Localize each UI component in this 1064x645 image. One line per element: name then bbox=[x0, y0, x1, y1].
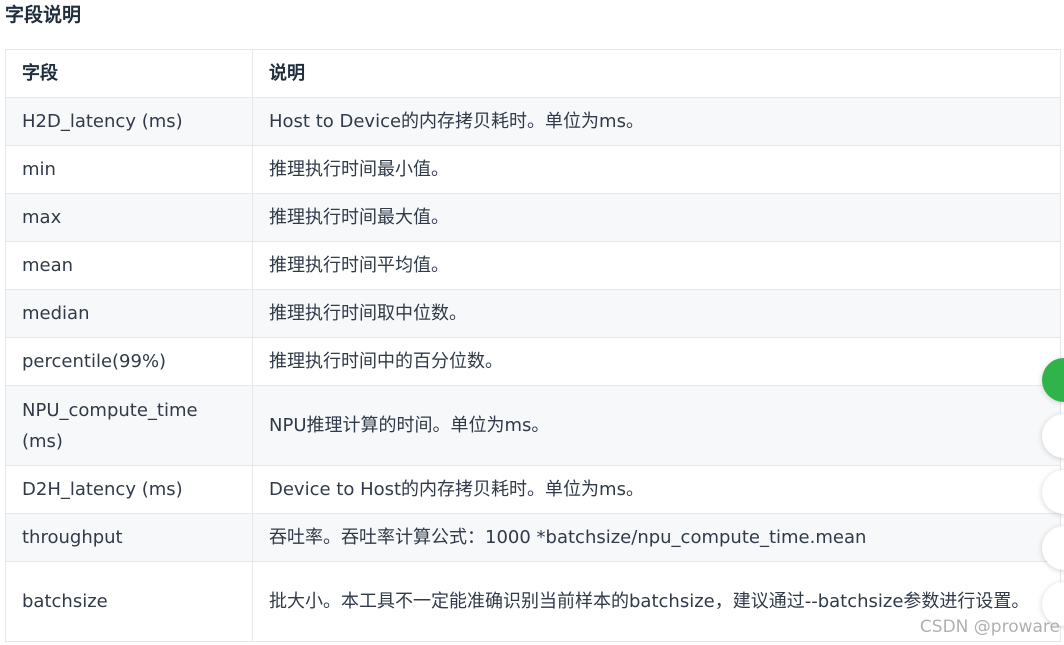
table-row: H2D_latency (ms) Host to Device的内存拷贝耗时。单… bbox=[5, 97, 1061, 146]
section-title: 字段说明 bbox=[5, 4, 82, 26]
field-cell: throughput bbox=[5, 513, 253, 562]
field-cell: NPU_compute_time (ms) bbox=[5, 385, 253, 466]
table-row: batchsize 批大小。本工具不一定能准确识别当前样本的batchsize，… bbox=[5, 561, 1061, 642]
description-cell: 推理执行时间最小值。 bbox=[252, 145, 1061, 194]
description-cell: 吞吐率。吞吐率计算公式：1000 *batchsize/npu_compute_… bbox=[252, 513, 1061, 562]
column-header-description: 说明 bbox=[252, 49, 1061, 98]
table-row: throughput 吞吐率。吞吐率计算公式：1000 *batchsize/n… bbox=[5, 513, 1061, 562]
field-cell: batchsize bbox=[5, 561, 253, 642]
description-cell: 推理执行时间平均值。 bbox=[252, 241, 1061, 290]
table-row: NPU_compute_time (ms) NPU推理计算的时间。单位为ms。 bbox=[5, 385, 1061, 466]
description-cell: 推理执行时间中的百分位数。 bbox=[252, 337, 1061, 386]
table-row: min 推理执行时间最小值。 bbox=[5, 145, 1061, 194]
description-cell: Host to Device的内存拷贝耗时。单位为ms。 bbox=[252, 97, 1061, 146]
field-cell: min bbox=[5, 145, 253, 194]
field-description-table: 字段 说明 H2D_latency (ms) Host to Device的内存… bbox=[5, 49, 1061, 642]
field-cell: D2H_latency (ms) bbox=[5, 465, 253, 514]
table-header-row: 字段 说明 bbox=[5, 49, 1061, 98]
field-cell: max bbox=[5, 193, 253, 242]
description-cell: 推理执行时间取中位数。 bbox=[252, 289, 1061, 338]
field-cell: H2D_latency (ms) bbox=[5, 97, 253, 146]
field-cell: percentile(99%) bbox=[5, 337, 253, 386]
description-cell: NPU推理计算的时间。单位为ms。 bbox=[252, 385, 1061, 466]
table-row: percentile(99%) 推理执行时间中的百分位数。 bbox=[5, 337, 1061, 386]
description-cell: Device to Host的内存拷贝耗时。单位为ms。 bbox=[252, 465, 1061, 514]
table-row: median 推理执行时间取中位数。 bbox=[5, 289, 1061, 338]
column-header-field: 字段 bbox=[5, 49, 253, 98]
field-cell: mean bbox=[5, 241, 253, 290]
field-cell: median bbox=[5, 289, 253, 338]
table-row: max 推理执行时间最大值。 bbox=[5, 193, 1061, 242]
description-cell: 推理执行时间最大值。 bbox=[252, 193, 1061, 242]
watermark: CSDN @proware bbox=[919, 617, 1060, 637]
field-description-table-container: 字段 说明 H2D_latency (ms) Host to Device的内存… bbox=[5, 49, 1061, 642]
table-row: mean 推理执行时间平均值。 bbox=[5, 241, 1061, 290]
table-row: D2H_latency (ms) Device to Host的内存拷贝耗时。单… bbox=[5, 465, 1061, 514]
